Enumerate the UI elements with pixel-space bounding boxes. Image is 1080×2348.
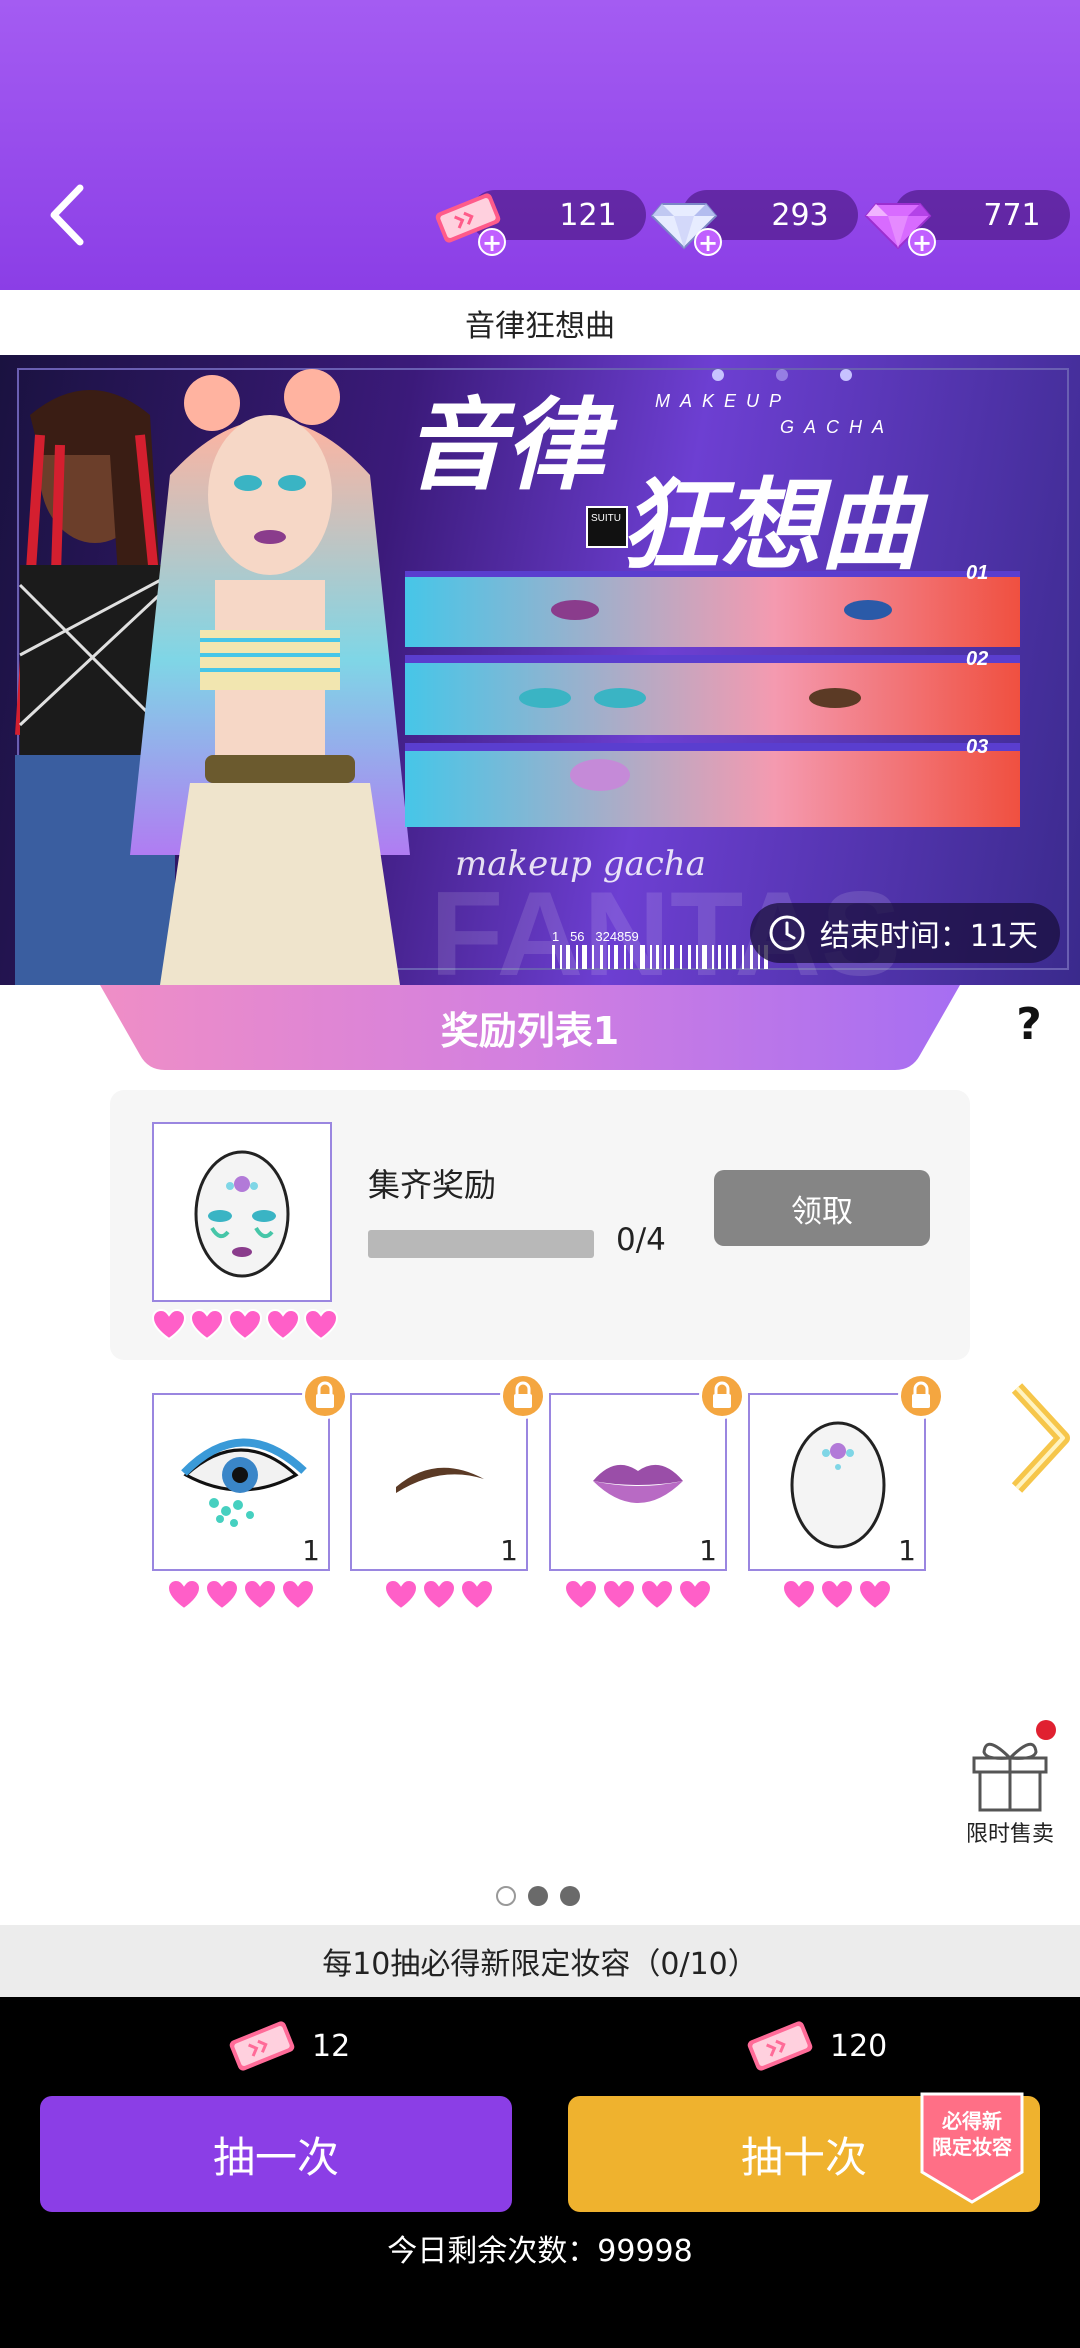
banner-artwork: FANTAS 音律 狂想曲 MAKEUP GACHA SUITU 01 02 0…	[15, 368, 1069, 985]
heart-icon	[819, 1578, 855, 1611]
event-banner: FANTAS 音律 狂想曲 MAKEUP GACHA SUITU 01 02 0…	[0, 355, 1080, 985]
collect-reward-thumbnail[interactable]	[152, 1122, 332, 1302]
heart-icon	[383, 1578, 419, 1611]
reward-item-forehead-jewel[interactable]: 1	[748, 1373, 944, 1571]
badge-line-2: 限定妆容	[932, 2135, 1012, 2159]
banner-logo-line1: 音律	[405, 387, 618, 504]
heart-icon	[280, 1578, 316, 1611]
strip-number-3: 03	[966, 736, 988, 758]
ticket-icon: +	[432, 182, 506, 256]
collect-progress-bar	[368, 1230, 594, 1258]
collect-progress-text: 0/4	[616, 1222, 666, 1258]
remaining-draws-text: 今日剩余次数：99998	[387, 2234, 693, 2269]
claim-button[interactable]: 领取	[714, 1170, 930, 1246]
heart-icon	[189, 1308, 225, 1341]
item-hearts-2	[350, 1578, 528, 1612]
strip-number-1: 01	[966, 562, 988, 584]
diamond-count: 293	[771, 197, 829, 233]
reward-item-eyebrow[interactable]: 1	[350, 1373, 546, 1571]
heart-icon	[563, 1578, 599, 1611]
next-page-arrow-icon[interactable]	[1005, 1378, 1075, 1498]
reward-item-lips[interactable]: 1	[549, 1373, 745, 1571]
draw-ten-cost-value: 120	[830, 2028, 888, 2064]
help-icon[interactable]: ?	[1004, 1000, 1054, 1050]
notification-dot	[1036, 1720, 1056, 1740]
guaranteed-new-makeup-badge: 必得新 限定妆容	[918, 2090, 1026, 2206]
heart-icon	[421, 1578, 457, 1611]
draw-once-button[interactable]: 抽一次	[40, 2096, 512, 2212]
heart-icon	[265, 1308, 301, 1341]
lock-icon	[898, 1373, 944, 1419]
heart-icon	[639, 1578, 675, 1611]
add-ticket-icon[interactable]: +	[478, 228, 506, 256]
end-time-label: 结束时间：11天	[819, 919, 1038, 954]
collect-reward-title: 集齐奖励	[368, 1166, 497, 1204]
item-hearts-3	[549, 1578, 727, 1612]
heart-icon	[303, 1308, 339, 1341]
heart-icon	[677, 1578, 713, 1611]
reward-item-eye-makeup[interactable]: 1	[152, 1373, 348, 1571]
add-gem-icon[interactable]: +	[908, 228, 936, 256]
item-count: 1	[699, 1534, 717, 1567]
guarantee-text: 每10抽必得新限定妆容（0/10）	[0, 1925, 1080, 1997]
diamond-icon: +	[648, 182, 722, 256]
heart-icon	[151, 1308, 187, 1341]
top-bar: 121 + 293 + 771 +	[0, 0, 1080, 290]
item-count: 1	[500, 1534, 518, 1567]
gem-count: 771	[983, 197, 1041, 233]
draw-one-cost: 12	[226, 2016, 350, 2076]
banner-suitu: SUITU	[591, 513, 621, 524]
lock-icon	[302, 1373, 348, 1419]
reward-list-title: 奖励列表1	[440, 1009, 620, 1053]
badge-text: 必得新 限定妆容	[918, 2108, 1026, 2160]
limited-sale-label: 限时售卖	[965, 1822, 1054, 1847]
banner-barcode-numbers: 1 56 324859	[552, 929, 639, 944]
heart-icon	[601, 1578, 637, 1611]
add-diamond-icon[interactable]: +	[694, 228, 722, 256]
back-arrow-icon[interactable]	[40, 180, 100, 250]
draw-one-cost-value: 12	[312, 2028, 351, 2064]
collect-hearts	[150, 1308, 340, 1346]
draw-ten-cost: 120	[744, 2016, 887, 2076]
item-hearts-1	[152, 1578, 330, 1612]
heart-icon	[459, 1578, 495, 1611]
heart-icon	[166, 1578, 202, 1611]
page-indicator	[496, 1886, 580, 1906]
heart-icon	[781, 1578, 817, 1611]
face-jewel-icon	[194, 1150, 290, 1278]
collect-reward-panel: 集齐奖励 0/4 领取	[110, 1090, 970, 1360]
heart-icon	[242, 1578, 278, 1611]
heart-icon	[227, 1308, 263, 1341]
heart-icon	[204, 1578, 240, 1611]
strip-number-2: 02	[966, 648, 988, 670]
ticket-icon	[229, 2021, 295, 2071]
item-count: 1	[898, 1534, 916, 1567]
clock-icon	[769, 915, 805, 951]
banner-logo-line2: 狂想曲	[620, 467, 929, 584]
page-dot-1[interactable]	[496, 1886, 516, 1906]
limited-sale-button[interactable]: 限时售卖	[960, 1720, 1060, 1847]
gem-icon: +	[862, 182, 936, 256]
ticket-icon	[747, 2021, 813, 2071]
banner-makeup: MAKEUP	[655, 391, 791, 411]
page-title: 音律狂想曲	[0, 290, 1080, 355]
reward-list-tab: 奖励列表1	[100, 985, 960, 1070]
item-hearts-4	[748, 1578, 926, 1612]
lock-icon	[500, 1373, 546, 1419]
event-end-time: 结束时间：11天	[749, 903, 1060, 963]
page-dot-2[interactable]	[528, 1886, 548, 1906]
page-dot-3[interactable]	[560, 1886, 580, 1906]
lock-icon	[699, 1373, 745, 1419]
ticket-count: 121	[559, 197, 617, 233]
banner-gacha: GACHA	[780, 417, 894, 437]
heart-icon	[857, 1578, 893, 1611]
banner-script-text: makeup gacha	[455, 844, 706, 884]
badge-line-1: 必得新	[942, 2109, 1002, 2133]
item-count: 1	[302, 1534, 320, 1567]
